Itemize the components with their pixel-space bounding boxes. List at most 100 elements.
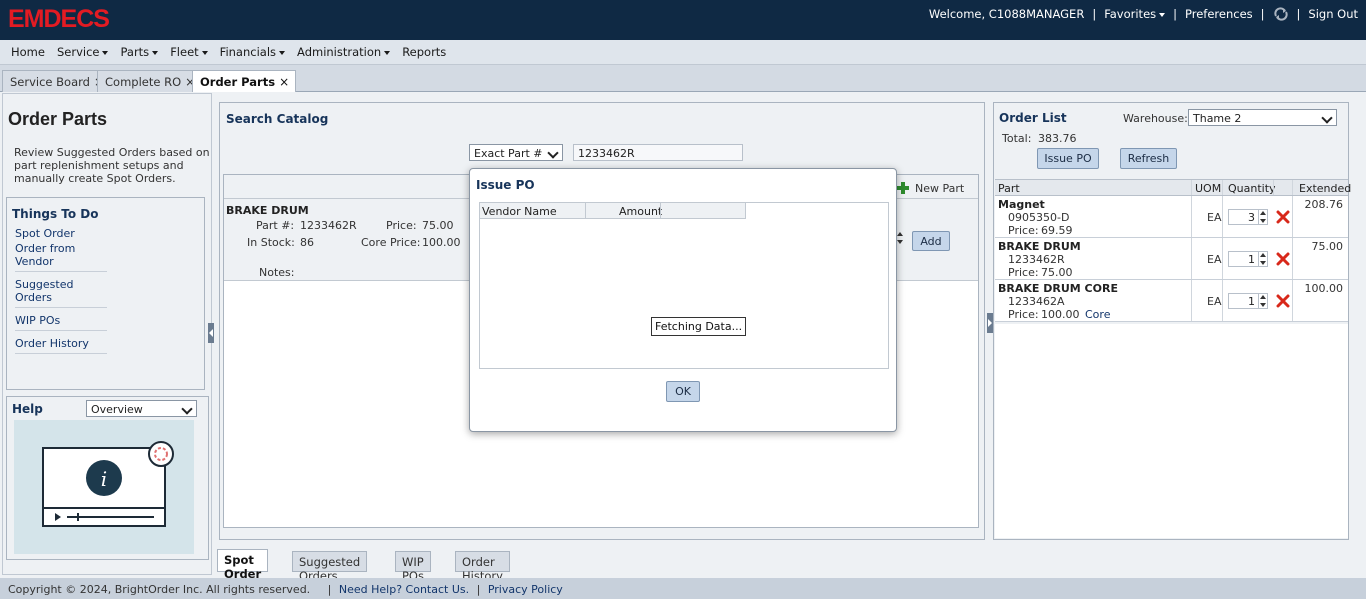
separator: | [1296,7,1301,21]
divider [1191,180,1192,195]
spinner-arrows-icon [896,231,905,245]
delete-icon[interactable] [1276,210,1290,224]
divider [1222,238,1223,279]
menu-fleet[interactable]: Fleet [164,45,213,59]
document-tabs: Service Board× Complete RO× Order Parts× [0,65,1366,93]
in-stock-label: In Stock: [247,236,295,249]
help-panel: Help Overview i [6,396,209,560]
order-list-table: Part UOM Quantity Extended Magnet 090535… [995,179,1351,538]
help-topic-select[interactable]: Overview [86,400,197,417]
favorites-menu[interactable]: Favorites [1104,7,1166,21]
order-uom: EA [1207,253,1222,266]
quantity-spinner[interactable] [896,231,905,247]
add-part-button[interactable]: Add [912,231,950,251]
order-extended: 100.00 [1304,282,1344,295]
things-to-do-title: Things To Do [12,207,99,221]
tab-order-parts[interactable]: Order Parts × [192,70,297,93]
tab-label: Complete RO [105,75,182,89]
quantity-stepper[interactable]: 1 [1228,293,1268,309]
menu-service-label: Service [56,45,100,59]
tab-order-history[interactable]: Order History [455,551,510,583]
tab-complete-ro[interactable]: Complete RO × [97,70,203,92]
welcome-text: Welcome, C1088MANAGER [928,7,1085,21]
video-player-icon: i [42,441,174,527]
menu-service[interactable]: Service [51,45,115,59]
menu-parts[interactable]: Parts [114,45,164,59]
collapse-left-panel-toggle[interactable] [208,323,214,343]
col-amount[interactable]: Amount [619,205,662,218]
col-vendor-name[interactable]: Vendor Name [482,205,557,218]
link-suggested-orders[interactable]: Suggested Orders [15,276,107,308]
chevron-down-icon [1159,12,1166,17]
spinner-arrows-icon[interactable] [1258,210,1267,224]
part-search-input[interactable]: 1233462R [573,144,743,161]
menu-financials[interactable]: Financials [214,45,291,59]
add-icon [897,182,909,194]
tab-wip-pos[interactable]: WIP POs [395,551,431,583]
tab-spot-order[interactable]: Spot Order [217,549,269,581]
tab-label: Service Board [10,75,90,89]
divider [1292,180,1293,195]
separator: | [476,583,481,596]
order-price-value: 100.00 [1041,308,1080,321]
order-list-title: Order List [999,111,1067,125]
spinner-arrows-icon[interactable] [1258,252,1267,266]
close-icon[interactable]: × [279,75,289,89]
help-contact-link[interactable]: Need Help? Contact Us. [339,583,469,596]
preferences-link[interactable]: Preferences [1185,7,1253,21]
chevron-down-icon [181,403,193,415]
link-order-from-vendor[interactable]: Order from Vendor [15,240,107,272]
sync-icon[interactable] [1273,7,1289,21]
order-row: Magnet 0905350-D Price: 69.59 EA 3 208.7… [995,196,1348,238]
order-part-number: 1233462A [1008,295,1065,308]
divider [745,203,746,219]
menu-home[interactable]: Home [5,45,51,59]
core-link[interactable]: Core [1085,308,1110,321]
order-part-name: BRAKE DRUM [998,240,1081,253]
divider [585,203,586,219]
menu-reports[interactable]: Reports [396,45,452,59]
divider [1191,280,1192,321]
sign-out-link[interactable]: Sign Out [1308,7,1358,21]
help-video-thumbnail[interactable]: i [14,420,194,554]
menu-financials-label: Financials [219,45,277,59]
emdecs-logo[interactable]: EMDECS [8,5,110,34]
order-price-label: Price: [1008,224,1039,237]
quantity-stepper[interactable]: 3 [1228,209,1268,225]
ok-button[interactable]: OK [666,381,700,402]
price-value: 75.00 [422,219,454,232]
svg-text:i: i [101,467,107,491]
part-number-value: 1233462R [300,219,357,232]
divider [660,203,661,219]
chevron-left-icon [209,329,213,337]
delete-icon[interactable] [1276,252,1290,266]
loading-indicator: Fetching Data... [651,317,747,336]
issue-po-dialog: Issue PO Vendor Name Amount Fetching Dat… [469,168,897,432]
page-title: Order Parts [8,109,108,129]
delete-icon[interactable] [1276,294,1290,308]
dialog-title: Issue PO [476,178,535,192]
favorites-label: Favorites [1104,7,1157,21]
total-label: Total: [1002,132,1032,145]
separator: | [1173,7,1178,21]
menu-fleet-label: Fleet [170,45,199,59]
link-wip-pos[interactable]: WIP POs [15,312,107,331]
divider [1292,238,1293,279]
link-spot-order[interactable]: Spot Order [15,225,107,240]
divider [1273,180,1274,195]
refresh-button[interactable]: Refresh [1120,148,1177,169]
issue-po-button[interactable]: Issue PO [1037,148,1099,169]
spinner-arrows-icon[interactable] [1258,294,1267,308]
order-part-number: 0905350-D [1008,211,1070,224]
tab-service-board[interactable]: Service Board× [2,70,112,92]
privacy-policy-link[interactable]: Privacy Policy [488,583,563,596]
link-order-history[interactable]: Order History [15,335,107,354]
quantity-stepper[interactable]: 1 [1228,251,1268,267]
search-type-select[interactable]: Exact Part # [469,144,563,161]
menu-administration[interactable]: Administration [291,45,396,59]
order-list-empty-area [995,324,1348,538]
tab-label: Order Parts [200,75,276,89]
tab-suggested-orders[interactable]: Suggested Orders [292,551,368,583]
order-price-label: Price: [1008,308,1039,321]
warehouse-select[interactable]: Thame 2 [1188,109,1337,126]
